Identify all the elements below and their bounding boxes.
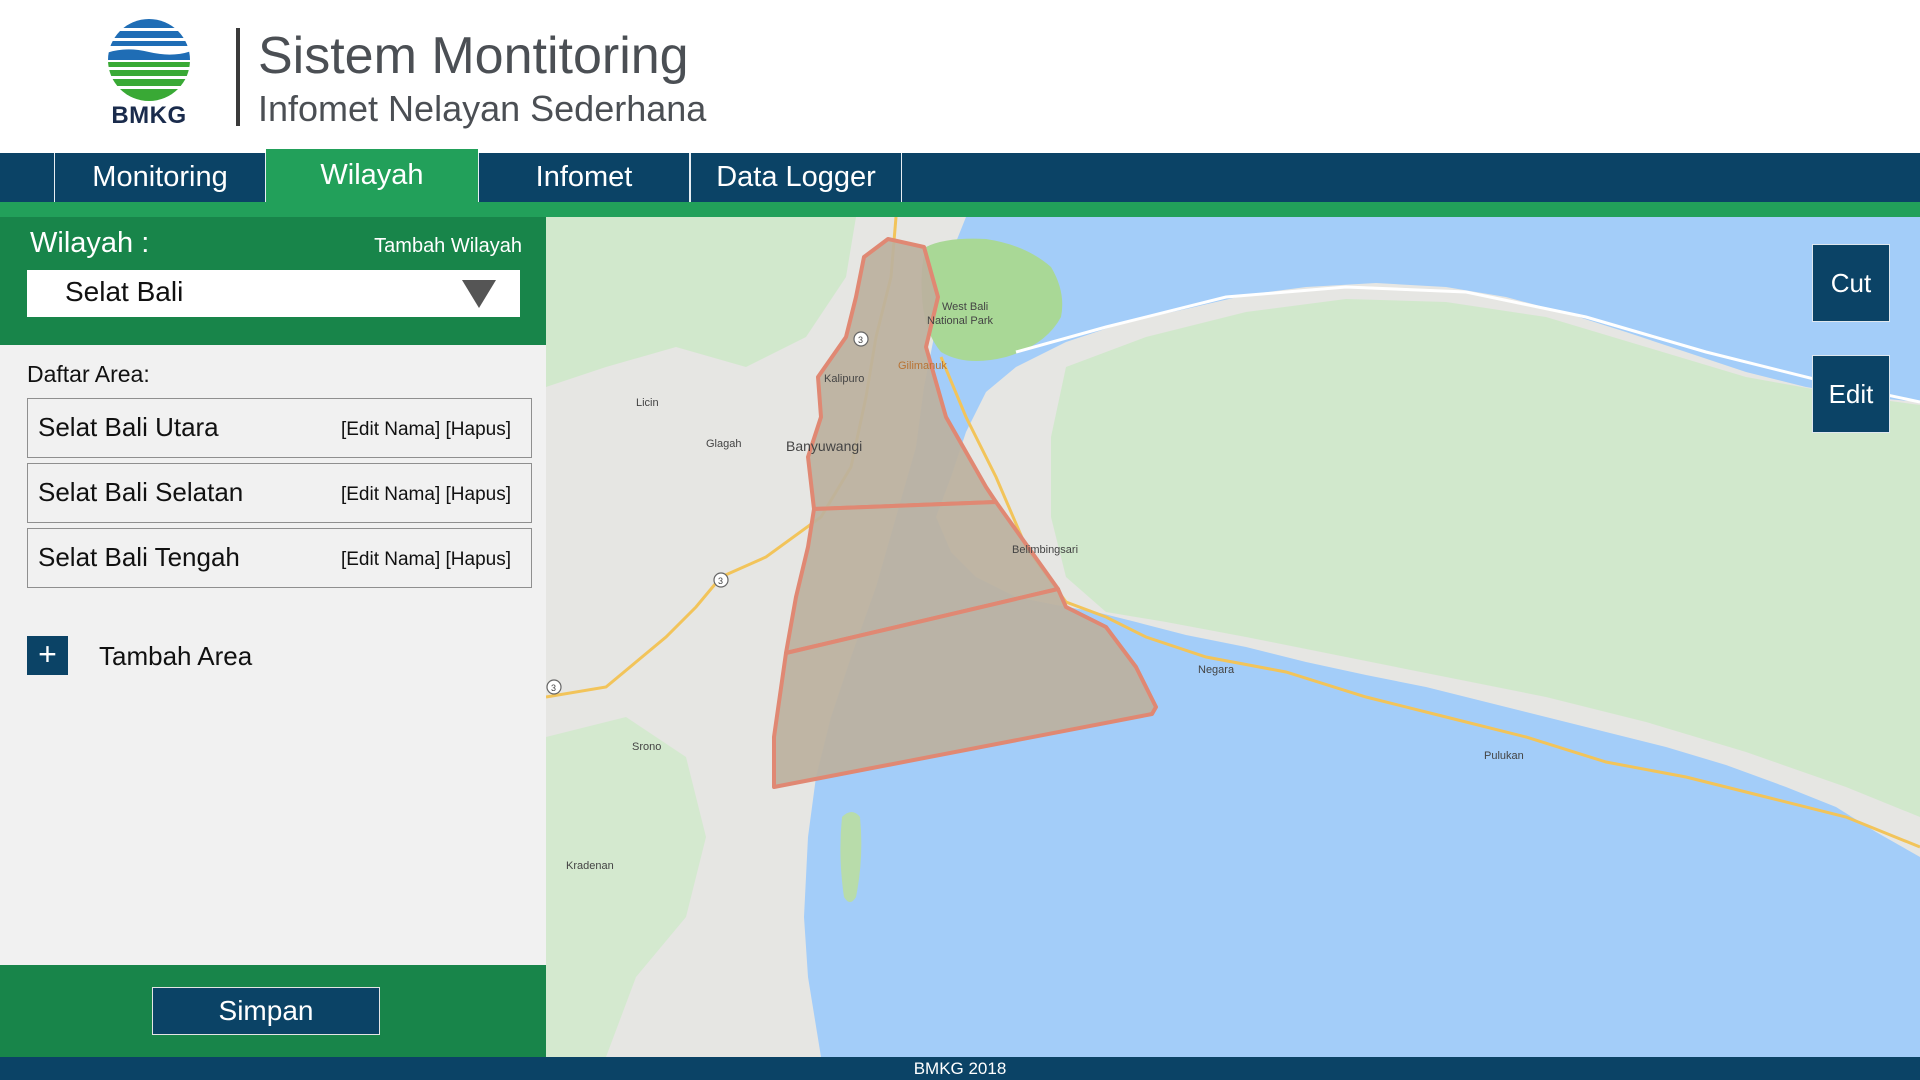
map-label-srono: Srono [632,741,661,753]
nav-accent-strip [0,202,1920,217]
add-area-label[interactable]: Tambah Area [99,641,252,672]
save-button[interactable]: Simpan [152,987,380,1035]
map-label-pulukan: Pulukan [1484,750,1524,762]
area-actions: [Edit Nama] [Hapus] [341,419,511,441]
tab-wilayah[interactable]: Wilayah [266,149,478,202]
dropdown-arrow-icon [462,280,496,308]
wilayah-label: Wilayah : [30,227,150,259]
cut-button[interactable]: Cut [1812,244,1890,322]
tab-infomet[interactable]: Infomet [478,153,690,202]
add-area-button[interactable]: + [27,636,68,675]
save-panel: Simpan [0,965,546,1057]
area-name: Selat Bali Selatan [38,477,244,507]
map-label-negara: Negara [1198,664,1235,676]
area-list-item: Selat Bali Utara [Edit Nama] [Hapus] [27,398,532,458]
map-label-gilimanuk: Gilimanuk [898,360,947,372]
route-marker-label: 3 [718,576,723,586]
route-marker-label: 3 [551,683,556,693]
area-list-item: Selat Bali Tengah [Edit Nama] [Hapus] [27,528,532,588]
map-svg[interactable]: West Bali National Park Gilimanuk Kalipu… [546,217,1920,1057]
area-actions: [Edit Nama] [Hapus] [341,549,511,571]
delete-link[interactable]: [Hapus] [446,484,511,505]
app-title: Sistem Montitoring [258,27,689,85]
edit-name-link[interactable]: [Edit Nama] [341,484,440,505]
map-label-kradenan: Kradenan [566,860,614,872]
area-name: Selat Bali Tengah [38,542,240,572]
tab-data-logger[interactable]: Data Logger [690,153,902,202]
app-header: BMKG Sistem Montitoring Infomet Nelayan … [0,0,1920,152]
logo-text: BMKG [111,102,187,129]
wilayah-panel: Wilayah : Tambah Wilayah Selat Bali [0,217,546,345]
map-canvas[interactable]: West Bali National Park Gilimanuk Kalipu… [546,217,1920,1057]
sidebar: Wilayah : Tambah Wilayah Selat Bali Daft… [0,217,546,1057]
bmkg-logo: BMKG [104,18,194,130]
edit-name-link[interactable]: [Edit Nama] [341,419,440,440]
area-actions: [Edit Nama] [Hapus] [341,484,511,506]
edit-name-link[interactable]: [Edit Nama] [341,549,440,570]
map-label-glagah: Glagah [706,438,741,450]
wilayah-select-value: Selat Bali [65,276,184,307]
area-name: Selat Bali Utara [38,412,219,442]
footer: BMKG 2018 [0,1057,1920,1080]
bmkg-logo-icon [108,19,190,101]
map-label-park-2: National Park [927,315,994,327]
app-subtitle: Infomet Nelayan Sederhana [258,88,707,129]
tab-monitoring[interactable]: Monitoring [54,153,266,202]
route-marker-label: 3 [858,335,863,345]
tambah-wilayah-link[interactable]: Tambah Wilayah [374,235,522,258]
delete-link[interactable]: [Hapus] [446,419,511,440]
wilayah-select[interactable]: Selat Bali [27,270,520,317]
main-nav: Monitoring Wilayah Infomet Data Logger [0,149,1920,202]
header-divider [236,28,240,126]
map-label-park-1: West Bali [942,301,988,313]
map-label-banyuwangi: Banyuwangi [786,438,862,454]
map-label-licin: Licin [636,397,659,409]
map-label-kalipuro: Kalipuro [824,373,864,385]
daftar-area-label: Daftar Area: [27,361,150,387]
edit-button[interactable]: Edit [1812,355,1890,433]
map-label-belimbingsari: Belimbingsari [1012,544,1078,556]
area-list-item: Selat Bali Selatan [Edit Nama] [Hapus] [27,463,532,523]
delete-link[interactable]: [Hapus] [446,549,511,570]
